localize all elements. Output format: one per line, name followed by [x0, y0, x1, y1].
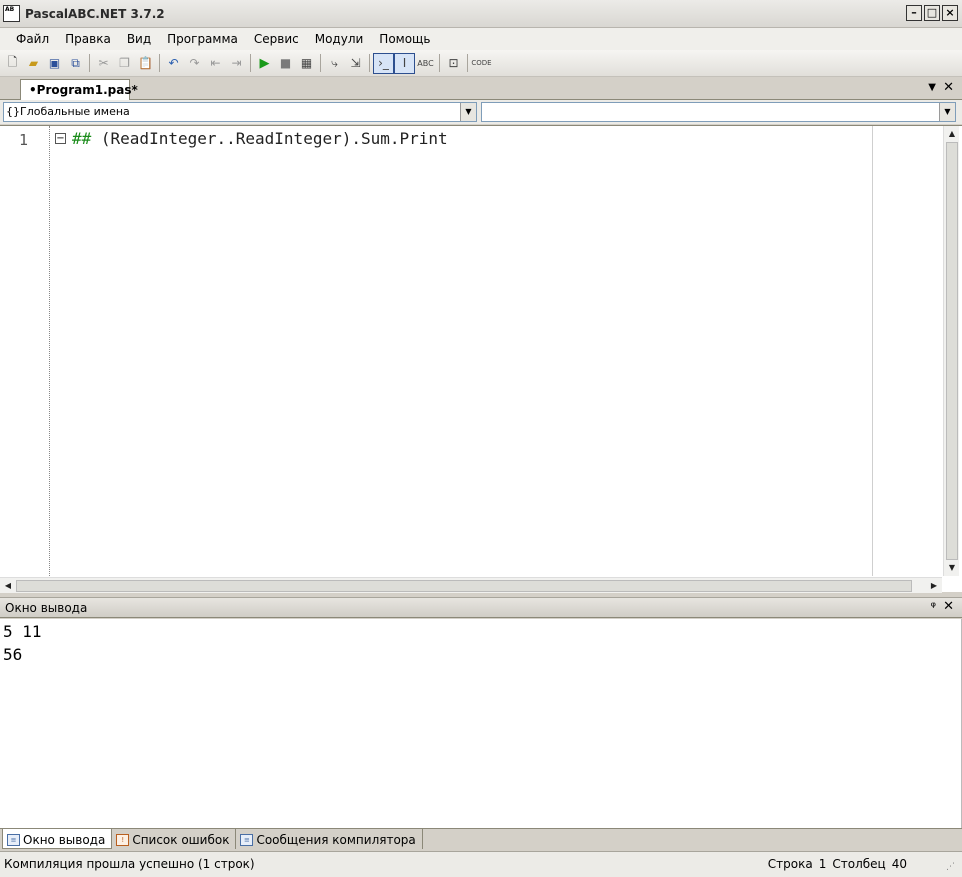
- cut-icon[interactable]: ✂: [93, 53, 114, 74]
- status-bar: Компиляция прошла успешно (1 строк) Стро…: [0, 851, 962, 877]
- pin-icon[interactable]: ᵠ: [931, 600, 936, 615]
- menu-edit[interactable]: Правка: [57, 29, 119, 49]
- toolbar-separator: [320, 54, 321, 72]
- save-all-icon[interactable]: ⧉: [65, 53, 86, 74]
- copy-icon[interactable]: ❐: [114, 53, 135, 74]
- chevron-down-icon[interactable]: ▼: [460, 103, 476, 121]
- menu-view[interactable]: Вид: [119, 29, 159, 49]
- toolbar-separator: [159, 54, 160, 72]
- scroll-left-icon[interactable]: ◀: [0, 578, 16, 594]
- close-panel-icon[interactable]: ✕: [943, 599, 954, 614]
- output-window[interactable]: 5 11 56: [0, 619, 962, 828]
- tab-output-window-label: Окно вывода: [23, 832, 106, 847]
- menu-file[interactable]: Файл: [8, 29, 57, 49]
- console-icon[interactable]: ›_: [373, 52, 394, 74]
- tab-compiler-messages[interactable]: ≡ Сообщения компилятора: [236, 829, 423, 849]
- row-value: 1: [818, 857, 827, 871]
- menu-bar: Файл Правка Вид Программа Сервис Модули …: [0, 28, 962, 50]
- step-over-icon[interactable]: ⇲: [345, 53, 366, 74]
- open-icon[interactable]: ▰: [23, 53, 44, 74]
- nav-forward-icon[interactable]: ⇥: [226, 53, 247, 74]
- tab-list-dropdown-icon[interactable]: ▼: [928, 82, 936, 93]
- compiler-messages-icon: ≡: [240, 834, 254, 846]
- close-window-button[interactable]: ×: [942, 5, 958, 21]
- toolbar-separator: [467, 54, 468, 72]
- output-line: 5 11: [3, 622, 42, 641]
- scope-selector-value: {}Глобальные имена: [6, 105, 130, 118]
- scroll-up-icon[interactable]: ▲: [944, 126, 960, 142]
- column-label: Столбец: [832, 857, 886, 871]
- line-number-gutter: 1: [0, 126, 50, 576]
- code-editor[interactable]: 1 − ## (ReadInteger..ReadInteger).Sum.Pr…: [0, 125, 962, 593]
- document-tabs: •Program1.pas* ▼ ✕: [0, 77, 962, 100]
- member-selector[interactable]: ▼: [481, 102, 956, 122]
- undo-icon[interactable]: ↶: [163, 53, 184, 74]
- tab-program1[interactable]: •Program1.pas*: [20, 79, 138, 100]
- run-icon[interactable]: ▶: [254, 53, 275, 74]
- toolbar-separator: [369, 54, 370, 72]
- new-file-icon[interactable]: 🗋: [2, 53, 23, 74]
- horizontal-scrollbar[interactable]: ◀ ▶: [0, 577, 942, 593]
- vertical-scrollbar[interactable]: ▲ ▼: [943, 126, 959, 576]
- toolbar-separator: [89, 54, 90, 72]
- tab-output-window[interactable]: ≡ Окно вывода: [2, 829, 113, 849]
- toolbar-separator: [250, 54, 251, 72]
- maximize-button[interactable]: □: [924, 5, 940, 21]
- code-line[interactable]: ## (ReadInteger..ReadInteger).Sum.Print: [72, 129, 448, 148]
- code-icon[interactable]: CODE: [471, 53, 492, 74]
- code-hash-token: ##: [72, 129, 92, 148]
- minimize-button[interactable]: –: [906, 5, 922, 21]
- chevron-down-icon[interactable]: ▼: [939, 103, 955, 121]
- code-expression: (ReadInteger..ReadInteger).Sum.Print: [91, 129, 448, 148]
- code-template-icon[interactable]: ⊡: [443, 53, 464, 74]
- app-logo-icon: AB: [3, 5, 20, 22]
- navigation-selectors: {}Глобальные имена ▼ ▼: [0, 100, 962, 124]
- window-title: PascalABC.NET 3.7.2: [25, 7, 165, 21]
- column-value: 40: [891, 857, 907, 871]
- menu-program[interactable]: Программа: [159, 29, 246, 49]
- tab-error-list[interactable]: ! Список ошибок: [112, 829, 237, 849]
- scope-selector[interactable]: {}Глобальные имена ▼: [3, 102, 477, 122]
- scroll-right-icon[interactable]: ▶: [926, 578, 942, 594]
- resize-grip-icon[interactable]: ⋰: [946, 862, 958, 874]
- save-icon[interactable]: ▣: [44, 53, 65, 74]
- output-window-icon: ≡: [7, 833, 20, 846]
- stop-icon[interactable]: ■: [275, 53, 296, 74]
- right-margin-guide: [872, 126, 873, 576]
- tab-compiler-messages-label: Сообщения компилятора: [256, 833, 416, 847]
- vertical-scroll-thumb[interactable]: [946, 142, 958, 560]
- tab-error-list-label: Список ошибок: [132, 833, 230, 847]
- horizontal-scroll-thumb[interactable]: [16, 580, 912, 592]
- fold-collapse-icon[interactable]: −: [55, 133, 66, 144]
- title-bar: AB PascalABC.NET 3.7.2 – □ ×: [0, 0, 962, 28]
- bottom-panel-tabs: ≡ Окно вывода ! Список ошибок ≡ Сообщени…: [0, 828, 962, 851]
- line-number: 1: [19, 131, 29, 149]
- scroll-down-icon[interactable]: ▼: [944, 560, 960, 576]
- close-tab-icon[interactable]: ✕: [943, 80, 954, 95]
- toolbar-separator: [439, 54, 440, 72]
- menu-modules[interactable]: Модули: [307, 29, 372, 49]
- row-label: Строка: [767, 857, 813, 871]
- output-icon[interactable]: I: [394, 52, 415, 74]
- format-icon[interactable]: ABC: [415, 53, 436, 74]
- toolbar: 🗋 ▰ ▣ ⧉ ✂ ❐ 📋 ↶ ↷ ⇤ ⇥ ▶ ■ ▦ ⤷ ⇲ ›_ I ABC…: [0, 50, 962, 77]
- step-into-icon[interactable]: ⤷: [324, 53, 345, 74]
- nav-back-icon[interactable]: ⇤: [205, 53, 226, 74]
- paste-icon[interactable]: 📋: [135, 53, 156, 74]
- output-panel-title: Окно вывода: [5, 601, 88, 615]
- compile-icon[interactable]: ▦: [296, 53, 317, 74]
- output-line: 56: [3, 645, 23, 664]
- status-message: Компиляция прошла успешно (1 строк): [4, 857, 255, 871]
- error-list-icon: !: [116, 834, 130, 846]
- output-panel-header: Окно вывода ᵠ ✕: [0, 597, 962, 618]
- menu-help[interactable]: Помощь: [371, 29, 438, 49]
- redo-icon[interactable]: ↷: [184, 53, 205, 74]
- menu-service[interactable]: Сервис: [246, 29, 307, 49]
